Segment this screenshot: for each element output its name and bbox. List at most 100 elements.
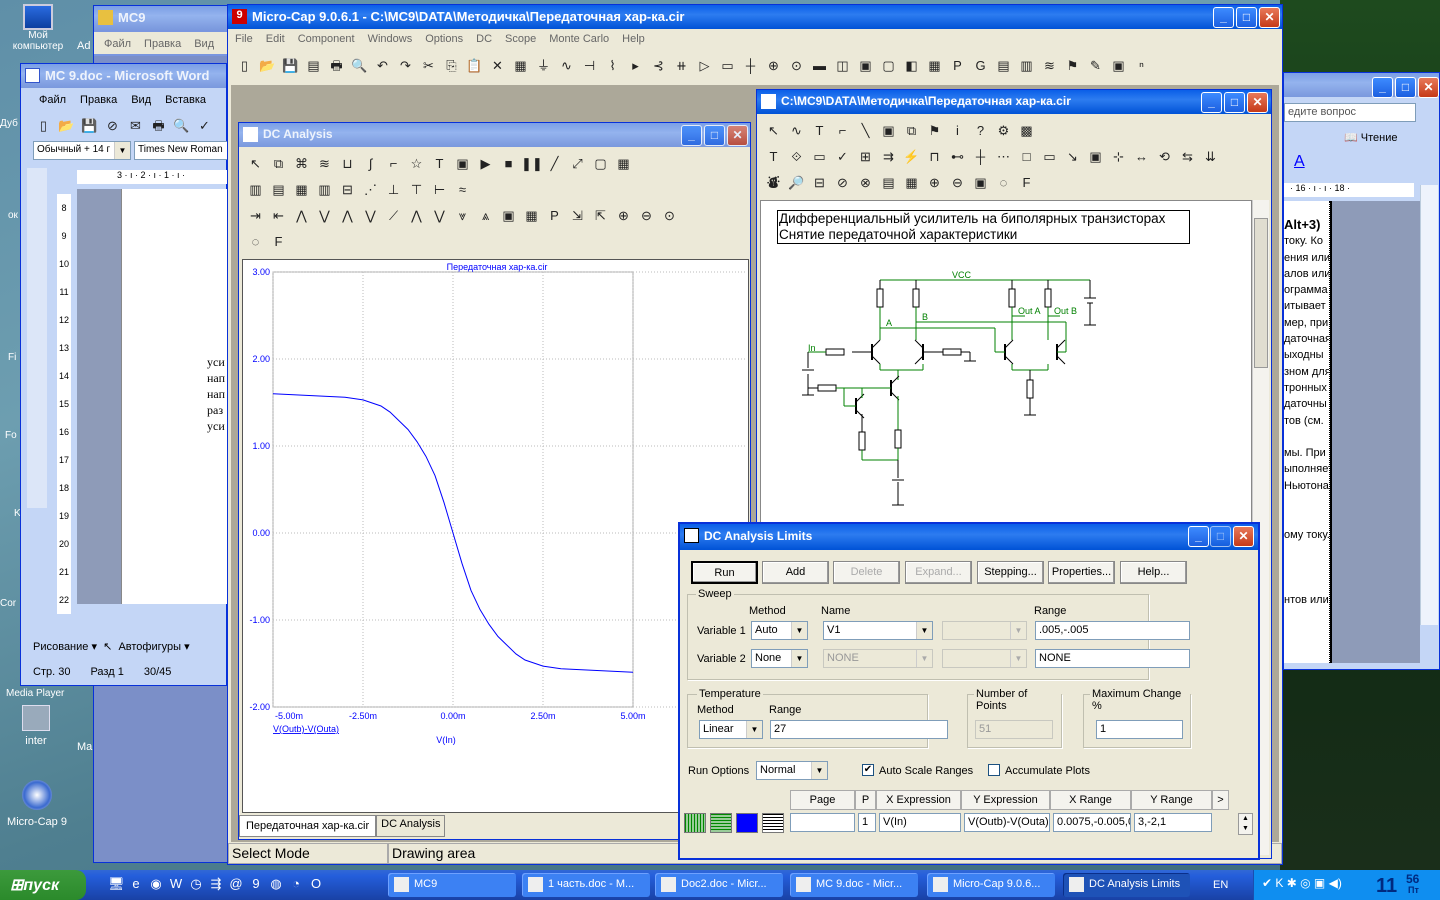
new-icon[interactable]: ▯: [33, 115, 54, 136]
column-header[interactable]: Page: [790, 790, 855, 810]
capacitor-icon[interactable]: ⊣: [579, 55, 600, 76]
grid-icon[interactable]: G: [970, 55, 991, 76]
chevron-down-icon[interactable]: ▼: [114, 142, 130, 159]
mgrid-icon[interactable]: ▦: [291, 179, 312, 200]
dots-icon[interactable]: ⋯: [993, 146, 1014, 167]
grid-icon[interactable]: ▦: [613, 153, 634, 174]
quick-launch-icon[interactable]: ◉: [148, 876, 164, 892]
ask-question-input[interactable]: едите вопрос: [1284, 103, 1416, 122]
pause-icon[interactable]: ❚❚: [521, 153, 543, 174]
minimize-button[interactable]: _: [681, 125, 702, 146]
x-expression-input[interactable]: V(In): [879, 813, 961, 832]
autoshapes-menu[interactable]: Автофигуры: [118, 641, 181, 653]
menu-file[interactable]: Файл: [104, 38, 131, 50]
peak-icon[interactable]: ⋀: [291, 205, 312, 226]
maximum-change-input[interactable]: 1: [1096, 720, 1183, 739]
pencil-icon[interactable]: ✎: [1085, 55, 1106, 76]
battery-icon[interactable]: ▭: [717, 55, 738, 76]
font-icon[interactable]: F: [1016, 172, 1037, 193]
x-range-input[interactable]: 0.0075,-0.005,0.: [1053, 813, 1131, 832]
box-icon[interactable]: □: [1016, 146, 1037, 167]
chevron-down-icon[interactable]: ▼: [791, 622, 807, 639]
cut-icon[interactable]: ✂: [418, 55, 439, 76]
shape-icon[interactable]: ⧉: [901, 120, 922, 141]
frame-icon[interactable]: ▣: [1108, 55, 1129, 76]
menu-edit[interactable]: Правка: [80, 94, 117, 106]
column-header[interactable]: Y Range: [1131, 790, 1212, 810]
line-icon[interactable]: ╲: [855, 120, 876, 141]
number-of-points-input[interactable]: 51: [975, 720, 1053, 739]
info-icon[interactable]: ▣: [878, 120, 899, 141]
column-header[interactable]: X Expression: [876, 790, 961, 810]
power-icon[interactable]: ⚡: [901, 146, 922, 167]
cursor-left-icon[interactable]: ⇥: [245, 205, 266, 226]
column-header[interactable]: P: [855, 790, 876, 810]
slope-icon[interactable]: ⤢: [567, 153, 588, 174]
close-button[interactable]: ✕: [727, 125, 748, 146]
paste-icon[interactable]: 📋: [464, 55, 485, 76]
close-button[interactable]: ✕: [1233, 526, 1254, 547]
zoom-out-icon[interactable]: ⊖: [636, 205, 657, 226]
wave-icon[interactable]: ⌘: [291, 153, 312, 174]
variable1-name-select[interactable]: V1 ▼: [823, 621, 933, 640]
menu-file[interactable]: File: [235, 33, 253, 45]
stop-icon[interactable]: ⊘: [832, 172, 853, 193]
minimize-button[interactable]: _: [1372, 77, 1393, 98]
word-window-left[interactable]: MC 9.doc - Microsoft Word Файл Правка Ви…: [20, 63, 228, 686]
move-icon[interactable]: ⊹: [1108, 146, 1129, 167]
down-icon[interactable]: ⇊: [1200, 146, 1221, 167]
text-icon[interactable]: T: [809, 120, 830, 141]
maximize-button[interactable]: □: [1395, 77, 1416, 98]
properties-button[interactable]: Properties...: [1048, 561, 1115, 584]
plot-color-swatch[interactable]: [736, 813, 758, 833]
minimize-button[interactable]: _: [1201, 92, 1222, 113]
info-icon[interactable]: i: [947, 120, 968, 141]
variable1-extra-select[interactable]: ▼: [942, 621, 1027, 640]
menu-insert[interactable]: Вставка: [165, 94, 206, 106]
bus-icon[interactable]: ⊷: [947, 146, 968, 167]
top-icon[interactable]: ⩔: [452, 205, 473, 226]
menu-view[interactable]: Вид: [194, 38, 214, 50]
print-icon[interactable]: 🖶: [148, 115, 169, 136]
high-icon[interactable]: ⊢: [429, 179, 450, 200]
quick-launch-icon[interactable]: 🖥: [108, 876, 125, 892]
props-icon[interactable]: ▣: [1085, 146, 1106, 167]
open-icon[interactable]: 📂: [257, 55, 278, 76]
inflect-icon[interactable]: ⟋: [383, 205, 404, 226]
desktop-icon-my-computer[interactable]: Мой компьютер: [8, 4, 68, 52]
cross-icon[interactable]: ┼: [970, 146, 991, 167]
save-icon[interactable]: 💾: [79, 115, 100, 136]
inductor-icon[interactable]: ⌇: [602, 55, 623, 76]
quick-launch-icon[interactable]: @: [228, 876, 244, 892]
delete-button[interactable]: Delete: [833, 561, 900, 584]
chevron-down-icon[interactable]: ▼: [916, 622, 932, 639]
temperature-range-input[interactable]: 27: [770, 720, 948, 739]
ngrid-icon[interactable]: ▥: [314, 179, 335, 200]
taskbar-button[interactable]: Doc2.doc - Micr...: [655, 873, 783, 897]
run-button[interactable]: Run: [691, 561, 758, 584]
peak-icon[interactable]: ⊥: [383, 179, 404, 200]
save-icon[interactable]: 💾: [280, 55, 301, 76]
variable1-method-select[interactable]: Auto ▼: [751, 621, 808, 640]
data-icon[interactable]: ▣: [498, 205, 519, 226]
node-icon[interactable]: ⊕: [763, 55, 784, 76]
stepping-button[interactable]: Stepping...: [977, 561, 1044, 584]
vertical-scrollbar[interactable]: [1420, 185, 1438, 625]
ground-icon[interactable]: ⏚: [533, 55, 554, 76]
quick-launch-icon[interactable]: ⇶: [208, 876, 224, 892]
print-preview-icon[interactable]: 🔍: [349, 55, 370, 76]
wire-icon[interactable]: ┼: [740, 55, 761, 76]
preview-icon[interactable]: 🔍: [171, 115, 192, 136]
y-axis-label[interactable]: V(Outb)-V(Outa): [273, 724, 339, 734]
variable2-method-select[interactable]: None ▼: [751, 649, 808, 668]
net-icon[interactable]: ⊓: [924, 146, 945, 167]
chevron-down-icon[interactable]: ▼: [811, 762, 827, 779]
component-icon[interactable]: ⧺: [671, 55, 692, 76]
window-icon[interactable]: ▢: [590, 153, 611, 174]
flip-icon[interactable]: ↔: [1131, 146, 1152, 167]
word-title-bar[interactable]: MC 9.doc - Microsoft Word: [21, 64, 226, 88]
taskbar-button[interactable]: DC Analysis Limits: [1063, 873, 1190, 897]
valley-icon[interactable]: ⊤: [406, 179, 427, 200]
select-icon[interactable]: ↖: [245, 153, 266, 174]
maximize-button[interactable]: □: [704, 125, 725, 146]
